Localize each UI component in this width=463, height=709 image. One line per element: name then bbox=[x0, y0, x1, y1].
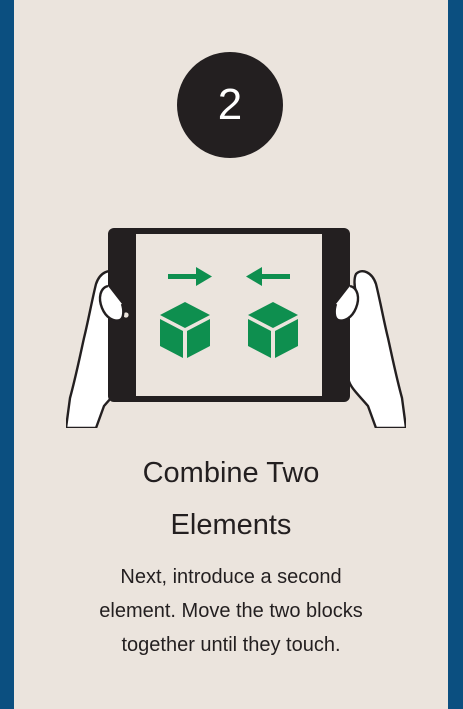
step-description-line-3: together until they touch. bbox=[121, 634, 341, 656]
step-number-badge: 2 bbox=[177, 52, 283, 158]
step-description-line-2: element. Move the two blocks bbox=[99, 600, 363, 622]
step-title: Combine Two Elements bbox=[14, 447, 448, 551]
step-title-line-1: Combine Two bbox=[142, 457, 320, 489]
step-description: Next, introduce a second element. Move t… bbox=[14, 560, 448, 662]
hands-holding-tablet-icon bbox=[66, 228, 406, 428]
step-number: 2 bbox=[217, 80, 243, 129]
step-description-line-1: Next, introduce a second bbox=[120, 566, 342, 588]
step-title-line-2: Elements bbox=[170, 509, 292, 541]
